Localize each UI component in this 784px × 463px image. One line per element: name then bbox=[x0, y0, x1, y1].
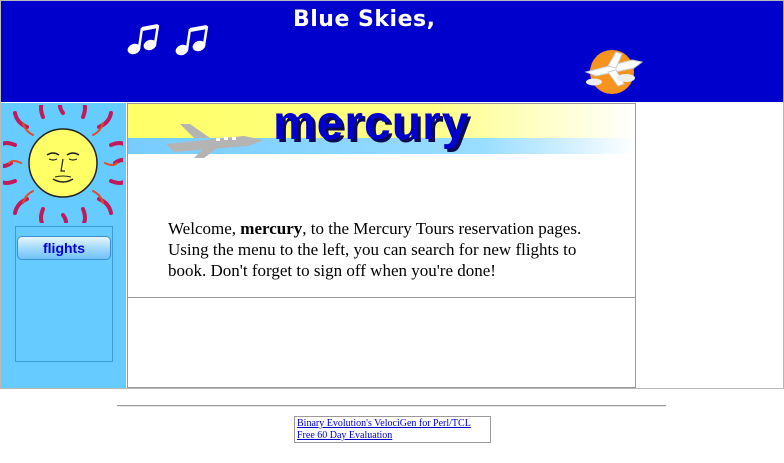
welcome-message: Welcome, mercury, to the Mercury Tours r… bbox=[168, 218, 598, 281]
free-evaluation-link[interactable]: Free 60 Day Evaluation bbox=[297, 430, 488, 442]
music-notes-icon bbox=[127, 24, 209, 56]
airplane-icon bbox=[166, 124, 264, 158]
welcome-username: mercury bbox=[240, 219, 303, 238]
header-username: mercury bbox=[273, 103, 470, 150]
content-lower-area bbox=[127, 298, 636, 388]
airplane-sun-logo-icon bbox=[584, 50, 644, 94]
welcome-prefix: Welcome, bbox=[168, 219, 241, 238]
top-banner: Blue Skies, bbox=[1, 1, 783, 102]
velocigen-link[interactable]: Binary Evolution's VelociGen for Perl/TC… bbox=[297, 418, 488, 430]
divider bbox=[117, 405, 666, 407]
main-content: mercury Welcome, mercury, to the Mercury… bbox=[127, 103, 636, 298]
sun-face-icon bbox=[3, 105, 123, 223]
banner-title: Blue Skies, bbox=[293, 7, 436, 32]
ad-box: Binary Evolution's VelociGen for Perl/TC… bbox=[294, 416, 491, 443]
flights-button[interactable]: flights bbox=[17, 236, 111, 260]
